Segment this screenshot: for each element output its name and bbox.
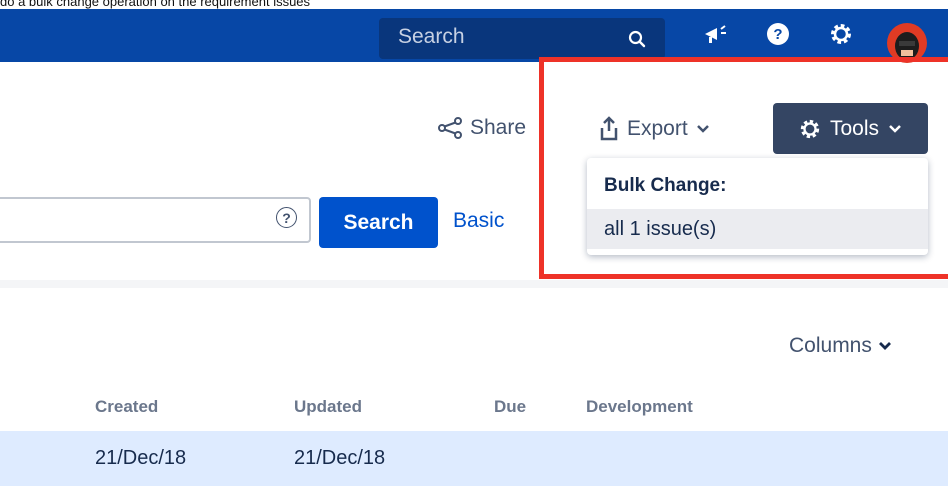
svg-text:?: ? bbox=[773, 26, 782, 43]
megaphone-icon[interactable] bbox=[703, 22, 729, 51]
global-search-field[interactable]: Search bbox=[379, 18, 665, 59]
help-circle-icon[interactable]: ? bbox=[276, 207, 297, 228]
columns-button[interactable]: Columns bbox=[789, 334, 892, 358]
search-icon[interactable] bbox=[628, 30, 646, 53]
column-header-due[interactable]: Due bbox=[494, 397, 526, 417]
column-header-development[interactable]: Development bbox=[586, 397, 693, 417]
share-button[interactable]: Share bbox=[438, 112, 526, 144]
help-icon[interactable]: ? bbox=[766, 22, 790, 51]
section-divider bbox=[0, 280, 948, 288]
cell-created: 21/Dec/18 bbox=[95, 447, 187, 469]
instruction-caption: do a bulk change operation on the requir… bbox=[0, 0, 311, 9]
columns-label: Columns bbox=[789, 334, 872, 357]
share-icon bbox=[438, 117, 462, 139]
gear-icon[interactable] bbox=[829, 22, 853, 51]
column-header-created[interactable]: Created bbox=[95, 397, 158, 417]
jql-search-input[interactable] bbox=[0, 197, 311, 243]
top-navigation-bar: Search ? bbox=[0, 9, 948, 63]
chevron-down-icon bbox=[878, 342, 891, 350]
share-label: Share bbox=[470, 116, 527, 139]
global-search-placeholder: Search bbox=[398, 25, 465, 48]
search-button[interactable]: Search bbox=[319, 197, 438, 248]
basic-mode-link[interactable]: Basic bbox=[453, 209, 504, 233]
column-header-updated[interactable]: Updated bbox=[294, 397, 362, 417]
cell-updated: 21/Dec/18 bbox=[294, 447, 386, 469]
highlight-annotation-box bbox=[539, 57, 948, 279]
